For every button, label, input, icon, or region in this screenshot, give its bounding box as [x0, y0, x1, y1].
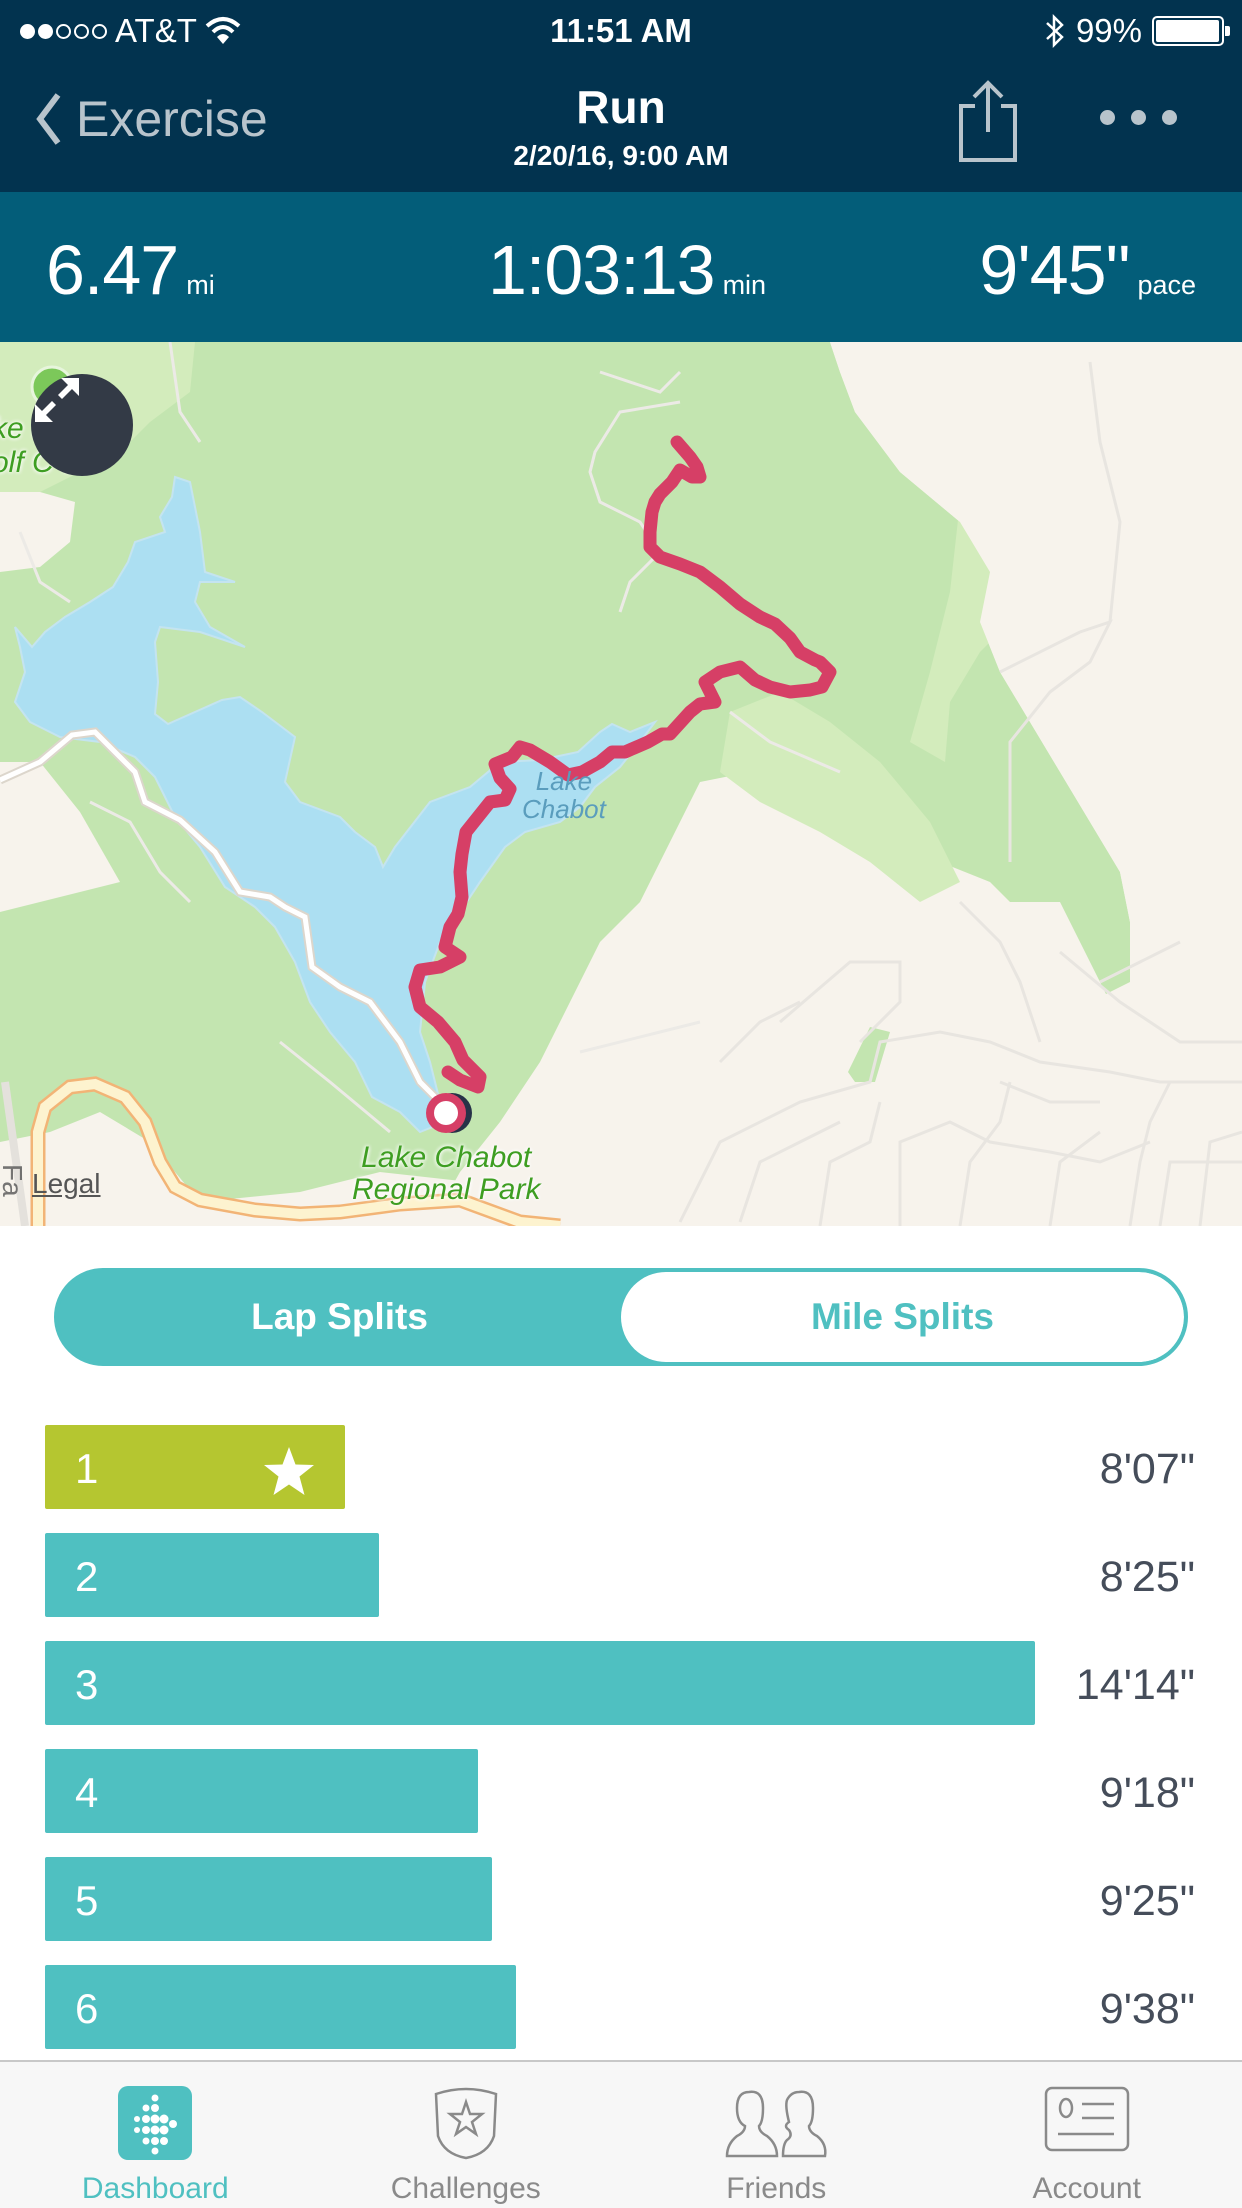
split-lap-number: 1: [75, 1445, 99, 1492]
splits-segmented-control: Lap Splits Mile Splits: [54, 1268, 1188, 1366]
split-row: 1 8'07": [0, 1425, 1242, 1533]
lake-label-line2: Chabot: [522, 794, 606, 824]
split-row: 2 8'25": [0, 1533, 1242, 1641]
pace-value: 9'45": [979, 231, 1130, 309]
split-time: 14'14": [1075, 1661, 1195, 1709]
map-canvas: [0, 342, 1242, 1226]
split-time: 9'38": [1099, 1985, 1195, 2033]
nav-bar: Exercise Run 2/20/16, 9:00 AM: [0, 60, 1242, 192]
tab-label: Friends: [726, 2172, 827, 2205]
bluetooth-icon: [1046, 13, 1064, 49]
split-time: 9'18": [1099, 1769, 1195, 1817]
split-row: 3 14'14": [0, 1641, 1242, 1749]
tab-friends[interactable]: Friends: [621, 2062, 932, 2208]
split-bar[interactable]: 1: [45, 1425, 345, 1509]
legal-link[interactable]: Legal: [32, 1168, 101, 1200]
split-time: 8'07": [1099, 1445, 1195, 1493]
route-map[interactable]: ke t olf C se Lake Chabot Lake Chabot Re…: [0, 342, 1242, 1226]
tab-label: Challenges: [390, 2172, 541, 2205]
share-button[interactable]: [955, 80, 1021, 171]
duration-value: 1:03:13: [488, 231, 716, 309]
more-button[interactable]: [1100, 110, 1177, 125]
stat-duration: 1:03:13 min: [488, 230, 766, 310]
stat-pace: 9'45" pace: [979, 230, 1196, 310]
splits-list: 1 8'07" 2 8'25" 3 14'14" 4 9'18" 5 9'25"…: [0, 1425, 1242, 2073]
split-bar[interactable]: 3: [45, 1641, 1035, 1725]
stats-bar: 6.47 mi 1:03:13 min 9'45" pace: [0, 192, 1242, 342]
split-row: 5 9'25": [0, 1857, 1242, 1965]
share-icon: [959, 80, 1017, 162]
tab-challenges[interactable]: Challenges: [311, 2062, 622, 2208]
end-marker-center: [434, 1101, 458, 1125]
park-label-line2: Regional Park: [352, 1173, 541, 1206]
tab-account[interactable]: Account: [932, 2062, 1242, 2208]
expand-icon: [35, 378, 79, 422]
split-bar[interactable]: 6: [45, 1965, 516, 2049]
friends-icon: [725, 2090, 827, 2158]
star-icon: [264, 1447, 314, 1495]
split-row: 6 9'38": [0, 1965, 1242, 2073]
challenges-icon: [434, 2087, 498, 2160]
account-icon: [1044, 2086, 1129, 2152]
split-time: 8'25": [1099, 1553, 1195, 1601]
pace-unit: pace: [1137, 270, 1196, 300]
status-bar: AT&T 11:51 AM 99%: [0, 0, 1242, 60]
tab-bar: Dashboard Challenges Friends Account: [0, 2060, 1242, 2208]
split-lap-number: 4: [75, 1769, 99, 1816]
tab-label: Account: [1032, 2172, 1141, 2205]
distance-unit: mi: [186, 270, 215, 300]
split-lap-number: 5: [75, 1877, 99, 1924]
dashboard-icon: [118, 2086, 193, 2160]
tab-dashboard[interactable]: Dashboard: [0, 2062, 311, 2208]
split-lap-number: 2: [75, 1553, 99, 1600]
road-label: Fa: [0, 1164, 28, 1197]
expand-map-button[interactable]: [31, 374, 133, 476]
split-lap-number: 6: [75, 1985, 99, 2032]
stat-distance: 6.47 mi: [46, 230, 215, 310]
distance-value: 6.47: [46, 231, 179, 309]
park-label-line1: Lake Chabot: [361, 1141, 532, 1174]
lake-label: Lake Chabot: [522, 767, 606, 823]
more-icon: [1100, 110, 1115, 125]
battery-fill: [1156, 20, 1220, 42]
split-lap-number: 3: [75, 1661, 99, 1708]
status-right: 99%: [1044, 12, 1230, 50]
page-subtitle: 2/20/16, 9:00 AM: [513, 140, 729, 171]
battery-icon: [1152, 16, 1230, 46]
tab-lap-splits[interactable]: Lap Splits: [58, 1272, 621, 1362]
park-label: Lake Chabot Regional Park: [352, 1142, 540, 1206]
tab-label: Dashboard: [81, 2172, 229, 2205]
split-bar[interactable]: 5: [45, 1857, 492, 1941]
duration-unit: min: [722, 270, 767, 300]
lake-label-line1: Lake: [535, 766, 593, 796]
tab-mile-splits[interactable]: Mile Splits: [621, 1272, 1184, 1362]
split-time: 9'25": [1099, 1877, 1195, 1925]
split-row: 4 9'18": [0, 1749, 1242, 1857]
split-bar[interactable]: 2: [45, 1533, 379, 1617]
page-title: Run: [576, 81, 666, 133]
split-bar[interactable]: 4: [45, 1749, 478, 1833]
battery-percent: 99%: [1075, 12, 1142, 49]
